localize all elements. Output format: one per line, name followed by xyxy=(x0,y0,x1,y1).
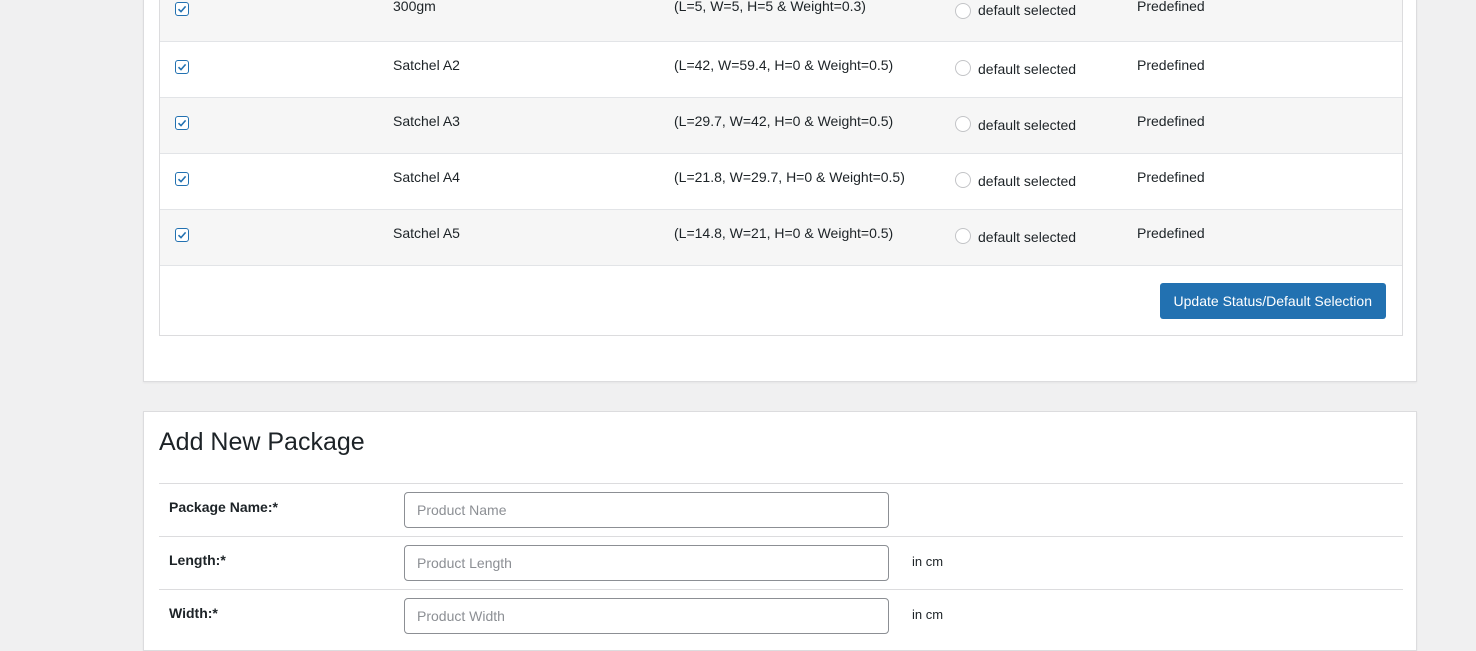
package-checkbox[interactable] xyxy=(175,116,189,130)
table-row: Satchel A2 (L=42, W=59.4, H=0 & Weight=0… xyxy=(160,42,1402,98)
field-label: Width:* xyxy=(169,605,218,621)
checkmark-icon xyxy=(177,231,187,239)
section-title: Add New Package xyxy=(159,428,365,456)
width-input[interactable] xyxy=(404,598,889,634)
package-type: Predefined xyxy=(1137,0,1205,14)
checkmark-icon xyxy=(177,5,187,13)
length-input[interactable] xyxy=(404,545,889,581)
table-footer: Update Status/Default Selection xyxy=(159,266,1403,336)
package-dimensions: (L=29.7, W=42, H=0 & Weight=0.5) xyxy=(674,113,894,129)
package-dimensions: (L=21.8, W=29.7, H=0 & Weight=0.5) xyxy=(674,169,905,185)
table-row: Satchel A3 (L=29.7, W=42, H=0 & Weight=0… xyxy=(160,98,1402,154)
form-row-package-name: Package Name:* xyxy=(159,483,1403,536)
update-status-button[interactable]: Update Status/Default Selection xyxy=(1159,283,1386,319)
form-row-width: Width:* in cm xyxy=(159,589,1403,642)
default-radio[interactable] xyxy=(955,116,971,132)
add-package-card: Add New Package Package Name:* Length:* … xyxy=(143,411,1417,651)
package-checkbox[interactable] xyxy=(175,228,189,242)
package-dimensions: (L=14.8, W=21, H=0 & Weight=0.5) xyxy=(674,225,894,241)
field-label: Package Name:* xyxy=(169,499,278,515)
package-type: Predefined xyxy=(1137,169,1205,185)
form-row-length: Length:* in cm xyxy=(159,536,1403,589)
checkmark-icon xyxy=(177,63,187,71)
unit-label: in cm xyxy=(912,607,944,622)
unit-label: in cm xyxy=(912,554,944,569)
package-name: Satchel A3 xyxy=(393,113,460,129)
package-name-input[interactable] xyxy=(404,492,889,528)
package-type: Predefined xyxy=(1137,57,1205,73)
packages-table: 300gm (L=5, W=5, H=5 & Weight=0.3) defau… xyxy=(159,0,1403,266)
package-type: Predefined xyxy=(1137,113,1205,129)
checkmark-icon xyxy=(177,119,187,127)
checkmark-icon xyxy=(177,175,187,183)
table-row: 300gm (L=5, W=5, H=5 & Weight=0.3) defau… xyxy=(160,0,1402,42)
default-radio[interactable] xyxy=(955,60,971,76)
table-row: Satchel A4 (L=21.8, W=29.7, H=0 & Weight… xyxy=(160,154,1402,210)
default-selected-label: default selected xyxy=(978,229,1077,245)
packages-card: 300gm (L=5, W=5, H=5 & Weight=0.3) defau… xyxy=(143,0,1417,382)
default-radio[interactable] xyxy=(955,172,971,188)
default-selected-label: default selected xyxy=(978,173,1077,189)
package-name: Satchel A2 xyxy=(393,57,460,73)
default-selected-label: default selected xyxy=(978,61,1077,77)
default-radio[interactable] xyxy=(955,3,971,19)
package-type: Predefined xyxy=(1137,225,1205,241)
package-checkbox[interactable] xyxy=(175,60,189,74)
field-label: Length:* xyxy=(169,552,226,568)
default-radio[interactable] xyxy=(955,228,971,244)
package-name: Satchel A5 xyxy=(393,225,460,241)
package-checkbox[interactable] xyxy=(175,2,189,16)
package-name: 300gm xyxy=(393,0,436,14)
package-name: Satchel A4 xyxy=(393,169,460,185)
default-selected-label: default selected xyxy=(978,2,1077,18)
package-dimensions: (L=5, W=5, H=5 & Weight=0.3) xyxy=(674,0,866,14)
package-dimensions: (L=42, W=59.4, H=0 & Weight=0.5) xyxy=(674,57,894,73)
default-selected-label: default selected xyxy=(978,117,1077,133)
table-row: Satchel A5 (L=14.8, W=21, H=0 & Weight=0… xyxy=(160,210,1402,266)
package-checkbox[interactable] xyxy=(175,172,189,186)
